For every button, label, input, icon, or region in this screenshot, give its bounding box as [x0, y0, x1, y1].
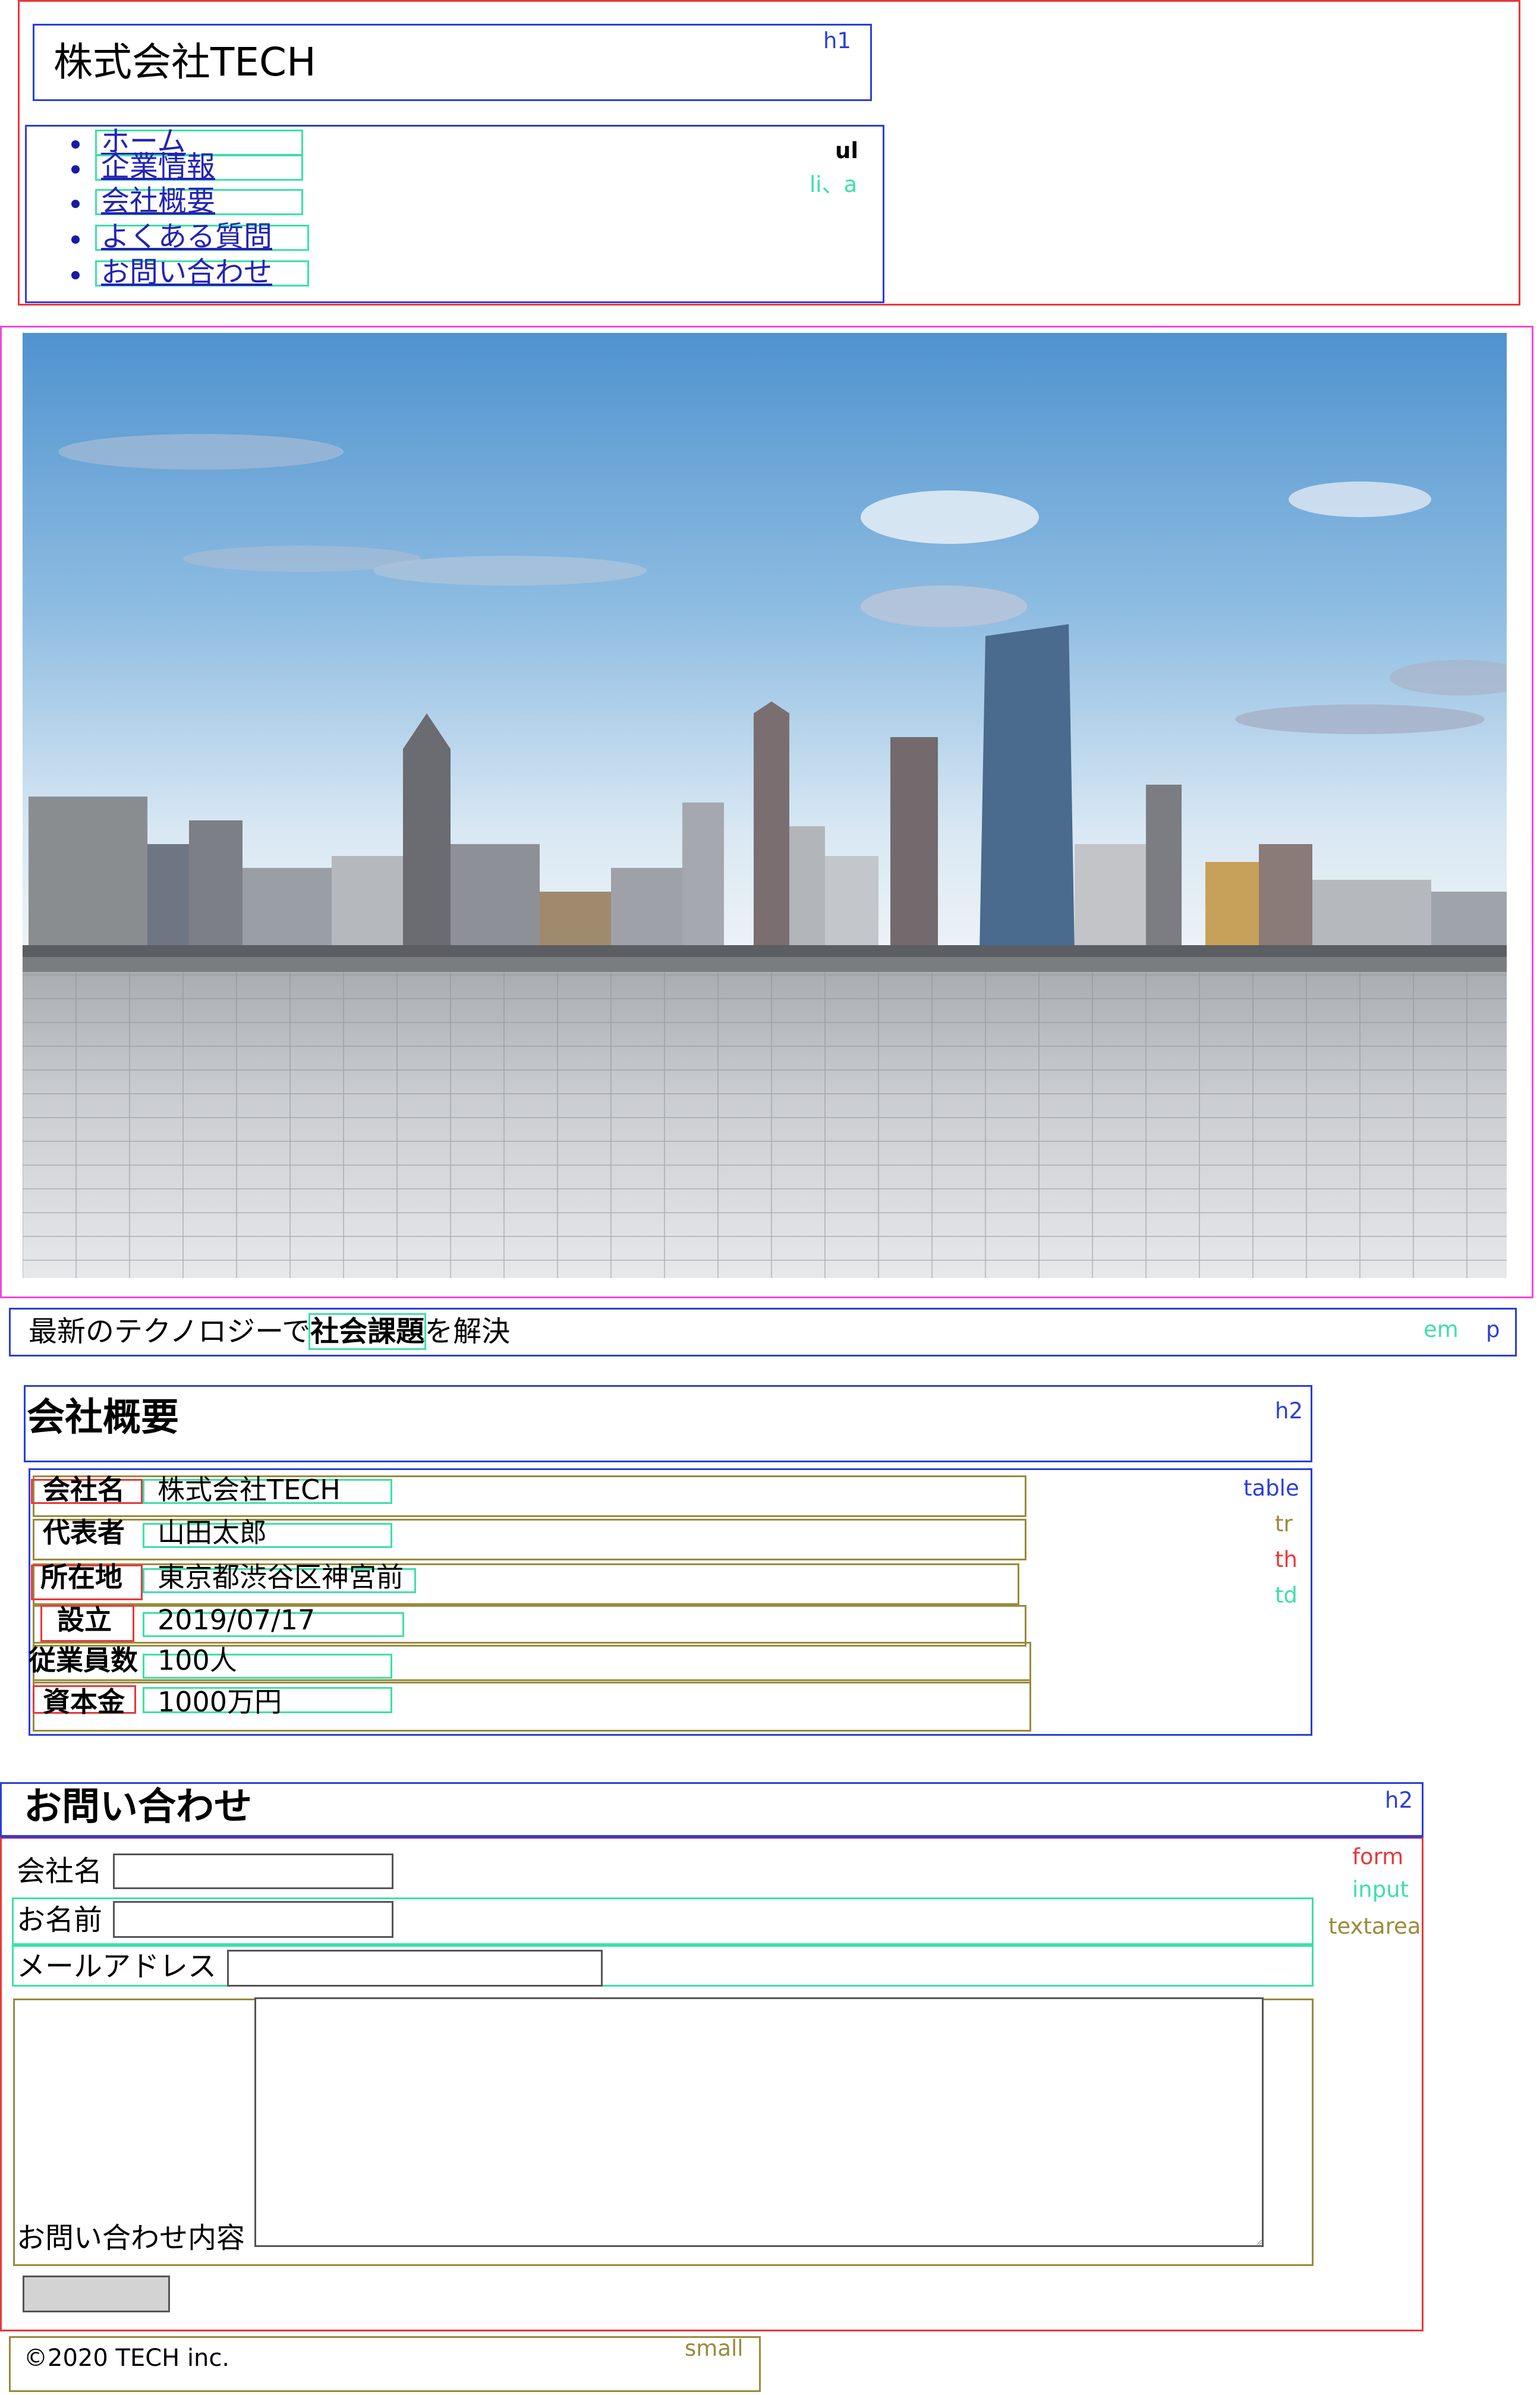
bullet-icon [71, 140, 80, 149]
nav-link-company-info[interactable]: 企業情報 [101, 149, 215, 184]
name-input[interactable] [113, 1901, 393, 1938]
message-label: お問い合わせ内容 [17, 2221, 245, 2255]
annotation-textarea: textarea [1328, 1914, 1421, 1939]
nav-link-company-profile[interactable]: 会社概要 [101, 183, 215, 219]
table-cell: 山田太郎 [158, 1516, 267, 1549]
company-name-label: 会社名 [17, 1855, 103, 1888]
nav-link-contact[interactable]: お問い合わせ [101, 254, 272, 290]
bullet-icon [71, 165, 80, 174]
tagline-emphasis: 社会課題 [308, 1313, 427, 1350]
annotation-em: em [1424, 1317, 1459, 1342]
tagline-after: を解決 [424, 1315, 511, 1348]
table-header: 資本金 [43, 1686, 125, 1718]
bullet-icon [71, 200, 80, 208]
name-label: お名前 [17, 1903, 103, 1937]
annotation-li-a: li、a [810, 172, 858, 197]
annotation-input: input [1352, 1877, 1409, 1902]
annotation-p: p [1486, 1317, 1500, 1342]
annotation-tr: tr [1275, 1511, 1293, 1537]
annotation-h2: h2 [1385, 1787, 1413, 1813]
annotation-h2: h2 [1275, 1398, 1303, 1424]
table-header: 代表者 [43, 1516, 125, 1549]
site-title: 株式会社TECH [53, 39, 316, 85]
table-cell: 100人 [158, 1644, 237, 1676]
table-cell: 1000万円 [158, 1686, 282, 1718]
company-name-input[interactable] [113, 1853, 393, 1889]
email-label: メールアドレス [17, 1950, 217, 1983]
annotation-small: small [685, 2336, 744, 2361]
table-cell: 東京都渋谷区神宮前 [158, 1561, 404, 1593]
annotation-ul: ul [835, 138, 859, 163]
tagline: 最新のテクノロジーで社会課題を解決 [29, 1313, 511, 1350]
email-input[interactable] [227, 1950, 603, 1987]
table-header: 従業員数 [29, 1644, 138, 1676]
bullet-icon [71, 271, 80, 279]
message-textarea[interactable] [254, 1997, 1264, 2247]
table-header: 会社名 [43, 1474, 125, 1506]
annotation-form: form [1352, 1844, 1404, 1870]
annotation-td: td [1275, 1582, 1297, 1608]
copyright-text: ©2020 TECH inc. [24, 2344, 230, 2372]
about-heading-outline [24, 1385, 1312, 1462]
annotation-h1: h1 [823, 28, 851, 53]
bullet-icon [71, 235, 80, 244]
table-cell: 2019/07/17 [158, 1604, 316, 1636]
contact-title: お問い合わせ [24, 1785, 252, 1829]
nav-link-faq[interactable]: よくある質問 [101, 219, 272, 254]
annotation-table: table [1243, 1475, 1299, 1501]
tagline-before: 最新のテクノロジーで [29, 1315, 311, 1348]
submit-button[interactable] [23, 2276, 170, 2312]
table-header: 所在地 [40, 1561, 122, 1593]
about-title: 会社概要 [27, 1396, 179, 1440]
annotation-th: th [1275, 1547, 1297, 1572]
table-cell: 株式会社TECH [158, 1474, 341, 1506]
hero-image-city-skyline [23, 333, 1507, 1278]
table-header: 設立 [57, 1604, 112, 1636]
